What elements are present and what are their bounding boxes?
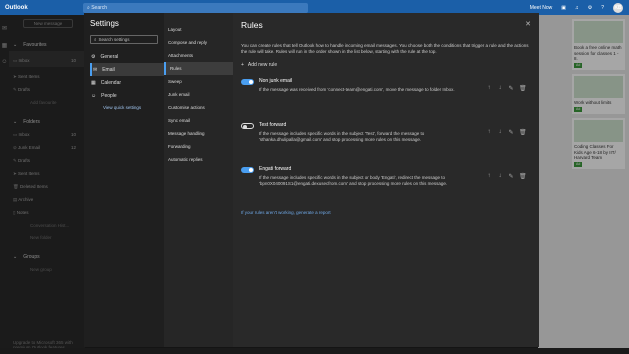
- add-new-rule-button[interactable]: + Add new rule: [241, 62, 531, 68]
- people-icon: ☺: [91, 92, 97, 99]
- teams-icon[interactable]: ▣: [561, 5, 566, 11]
- calendar-icon: ▦: [91, 79, 96, 86]
- rule-name: Engati forward: [259, 166, 292, 172]
- rule-item: Non junk email If the message was receiv…: [241, 78, 531, 112]
- category-label: Email: [102, 66, 115, 73]
- app-title: Outlook: [5, 4, 28, 11]
- rule-name: Non junk email: [259, 78, 293, 84]
- topbar-actions: Meet Now ▣ ♫ ⚙ ? KB: [530, 0, 623, 15]
- rules-title: Rules: [241, 20, 263, 30]
- edit-icon[interactable]: ✎: [508, 129, 514, 136]
- arrow-down-icon[interactable]: ↓: [497, 85, 503, 92]
- trash-icon[interactable]: 🗑: [519, 129, 527, 136]
- rule-item: Engati forward If the message includes s…: [241, 166, 531, 200]
- subcategory-layout[interactable]: Layout: [164, 23, 233, 36]
- bottom-strip: [0, 348, 629, 354]
- category-label: General: [100, 53, 119, 60]
- arrow-up-icon[interactable]: ↑: [486, 85, 492, 92]
- rule-description: If the message was received from 'connec…: [259, 87, 455, 92]
- category-people[interactable]: ☺ People: [90, 89, 164, 102]
- category-calendar[interactable]: ▦ Calendar: [90, 76, 164, 89]
- search-placeholder: Search: [91, 4, 108, 11]
- rules-report-link[interactable]: If your rules aren't working, generate a…: [241, 210, 531, 215]
- subcategory-automatic-replies[interactable]: Automatic replies: [164, 153, 233, 166]
- subcategory-sync[interactable]: Sync email: [164, 114, 233, 127]
- rule-toggle[interactable]: [241, 79, 254, 85]
- toggle-knob: [243, 125, 247, 129]
- toggle-knob: [249, 168, 253, 172]
- subcategory-attachments[interactable]: Attachments: [164, 49, 233, 62]
- gear-icon[interactable]: ⚙: [588, 5, 592, 11]
- category-email[interactable]: ✉ Email: [90, 63, 164, 76]
- subcategory-customise[interactable]: Customise actions: [164, 101, 233, 114]
- meet-now-button[interactable]: Meet Now: [530, 5, 553, 11]
- avatar[interactable]: KB: [613, 2, 623, 13]
- trash-icon[interactable]: 🗑: [519, 85, 527, 92]
- view-quick-settings-link[interactable]: View quick settings: [90, 105, 164, 110]
- rule-description: If the message includes specific words i…: [259, 175, 448, 186]
- rule-actions: ↑ ↓ ✎ 🗑: [486, 129, 527, 136]
- arrow-down-icon[interactable]: ↓: [497, 129, 503, 136]
- rule-description: If the message includes specific words i…: [259, 131, 425, 142]
- settings-search-placeholder: Search settings: [98, 37, 130, 42]
- rule-toggle[interactable]: [241, 123, 254, 129]
- plus-icon: +: [241, 62, 244, 68]
- settings-title: Settings: [90, 19, 119, 28]
- subcategory-forwarding[interactable]: Forwarding: [164, 140, 233, 153]
- help-icon[interactable]: ?: [601, 5, 604, 11]
- search-box[interactable]: ⌕ Search: [83, 2, 308, 13]
- category-general[interactable]: ⚙ General: [90, 50, 164, 63]
- rule-actions: ↑ ↓ ✎ 🗑: [486, 85, 527, 92]
- arrow-up-icon[interactable]: ↑: [486, 129, 492, 136]
- rule-toggle[interactable]: [241, 167, 254, 173]
- edit-icon[interactable]: ✎: [508, 173, 514, 180]
- subcategory-message-handling[interactable]: Message handling: [164, 127, 233, 140]
- search-icon: ⌕: [94, 37, 97, 42]
- rules-description: You can create rules that tell Outlook h…: [241, 43, 529, 54]
- rules-panel: Rules ✕ You can create rules that tell O…: [233, 13, 539, 347]
- arrow-down-icon[interactable]: ↓: [497, 173, 503, 180]
- outlook-window: Outlook ⌕ Search Meet Now ▣ ♫ ⚙ ? KB ✉ ▦…: [0, 0, 629, 354]
- arrow-up-icon[interactable]: ↑: [486, 173, 492, 180]
- rule-actions: ↑ ↓ ✎ 🗑: [486, 173, 527, 180]
- subcategory-sweep[interactable]: Sweep: [164, 75, 233, 88]
- close-icon[interactable]: ✕: [525, 20, 531, 28]
- subcategory-compose[interactable]: Compose and reply: [164, 36, 233, 49]
- subcategory-rules[interactable]: Rules: [164, 62, 233, 75]
- edit-icon[interactable]: ✎: [508, 85, 514, 92]
- bell-icon[interactable]: ♫: [575, 5, 579, 11]
- rule-name: Test forward: [259, 122, 287, 128]
- add-new-rule-label: Add new rule: [247, 62, 278, 68]
- rule-item: Test forward If the message includes spe…: [241, 122, 531, 156]
- settings-dialog: Settings ⌕ Search settings ⚙ General ✉ Emai…: [84, 13, 539, 347]
- settings-search-input[interactable]: ⌕ Search settings: [90, 35, 158, 44]
- trash-icon[interactable]: 🗑: [519, 173, 527, 180]
- settings-categories: Settings ⌕ Search settings ⚙ General ✉ Emai…: [84, 13, 164, 347]
- subcategory-junk[interactable]: Junk email: [164, 88, 233, 101]
- category-label: People: [101, 92, 117, 99]
- category-label: Calendar: [100, 79, 122, 86]
- toggle-knob: [249, 80, 253, 84]
- mail-icon: ✉: [93, 66, 98, 73]
- gear-icon: ⚙: [91, 53, 96, 60]
- email-subcategories: Layout Compose and reply Attachments Rul…: [164, 13, 233, 347]
